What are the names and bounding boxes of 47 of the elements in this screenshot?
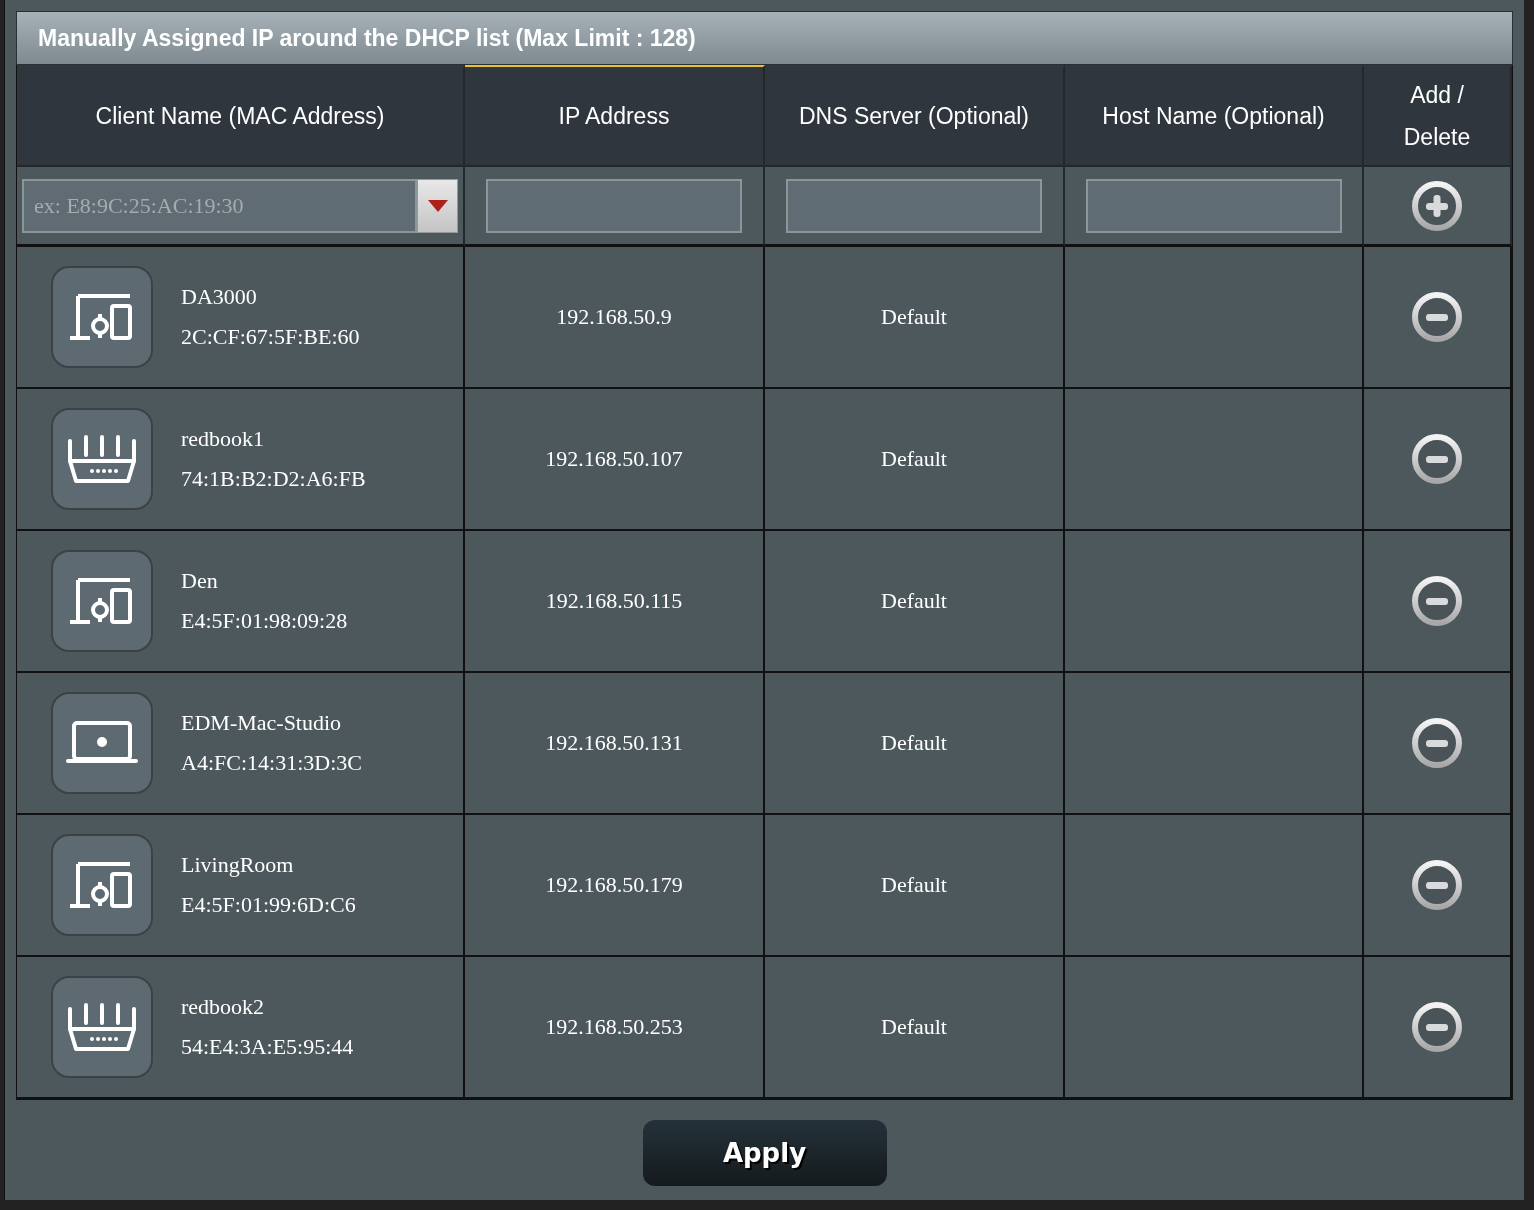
mac-address: 2C:CF:67:5F:BE:60 (181, 324, 360, 350)
column-header: IP Address (465, 65, 765, 165)
apply-button[interactable]: Apply (642, 1120, 887, 1186)
delete-button[interactable] (1410, 858, 1464, 912)
column-header: Client Name (MAC Address) (17, 65, 465, 165)
ip-address: 192.168.50.9 (556, 304, 672, 330)
client-name: DA3000 (181, 284, 258, 310)
dns-server: Default (881, 588, 947, 614)
router-icon (66, 433, 138, 485)
delete-button[interactable] (1410, 290, 1464, 344)
laptop-icon (66, 721, 138, 765)
client-name: redbook2 (181, 994, 266, 1020)
delete-button[interactable] (1410, 432, 1464, 486)
router-icon (66, 1001, 138, 1053)
ip-input-field[interactable] (486, 178, 742, 233)
dns-server: Default (881, 446, 947, 472)
add-button[interactable] (1410, 178, 1464, 233)
ip-address: 192.168.50.179 (545, 872, 683, 898)
mac-address: 54:E4:3A:E5:95:44 (181, 1034, 354, 1060)
dns-server: Default (881, 872, 947, 898)
ip-address: 192.168.50.107 (545, 446, 683, 472)
ip-address: 192.168.50.131 (545, 730, 683, 756)
ip-address: 192.168.50.253 (545, 1014, 683, 1040)
host-input-field[interactable] (1085, 178, 1342, 233)
client-name: LivingRoom (181, 852, 295, 878)
column-header: Host Name (Optional) (1065, 65, 1364, 165)
dns-input-field[interactable] (786, 178, 1042, 233)
mac-address: E4:5F:01:99:6D:C6 (181, 892, 356, 918)
dropdown-button[interactable] (417, 178, 458, 233)
client-name: Den (181, 568, 219, 594)
delete-button[interactable] (1410, 574, 1464, 628)
delete-button[interactable] (1410, 1000, 1464, 1054)
ip-address: 192.168.50.115 (545, 588, 683, 614)
delete-button[interactable] (1410, 716, 1464, 770)
mac-input-field[interactable]: ex: E8:9C:25:AC:19:30 (22, 178, 417, 233)
dns-server: Default (881, 730, 947, 756)
client-name: EDM-Mac-Studio (181, 710, 343, 736)
column-header: DNS Server (Optional) (765, 65, 1065, 165)
mac-address: 74:1B:B2:D2:A6:FB (181, 466, 366, 492)
dns-server: Default (881, 1014, 947, 1040)
client-name: redbook1 (181, 426, 266, 452)
dns-server: Default (881, 304, 947, 330)
section-title: Manually Assigned IP around the DHCP list (Max Limit : 128) (16, 11, 1513, 65)
caret-icon (427, 199, 448, 212)
mac-address: A4:FC:14:31:3D:3C (181, 750, 362, 776)
column-header: Add / Delete (1364, 65, 1512, 165)
mac-address: E4:5F:01:98:09:28 (181, 608, 348, 634)
